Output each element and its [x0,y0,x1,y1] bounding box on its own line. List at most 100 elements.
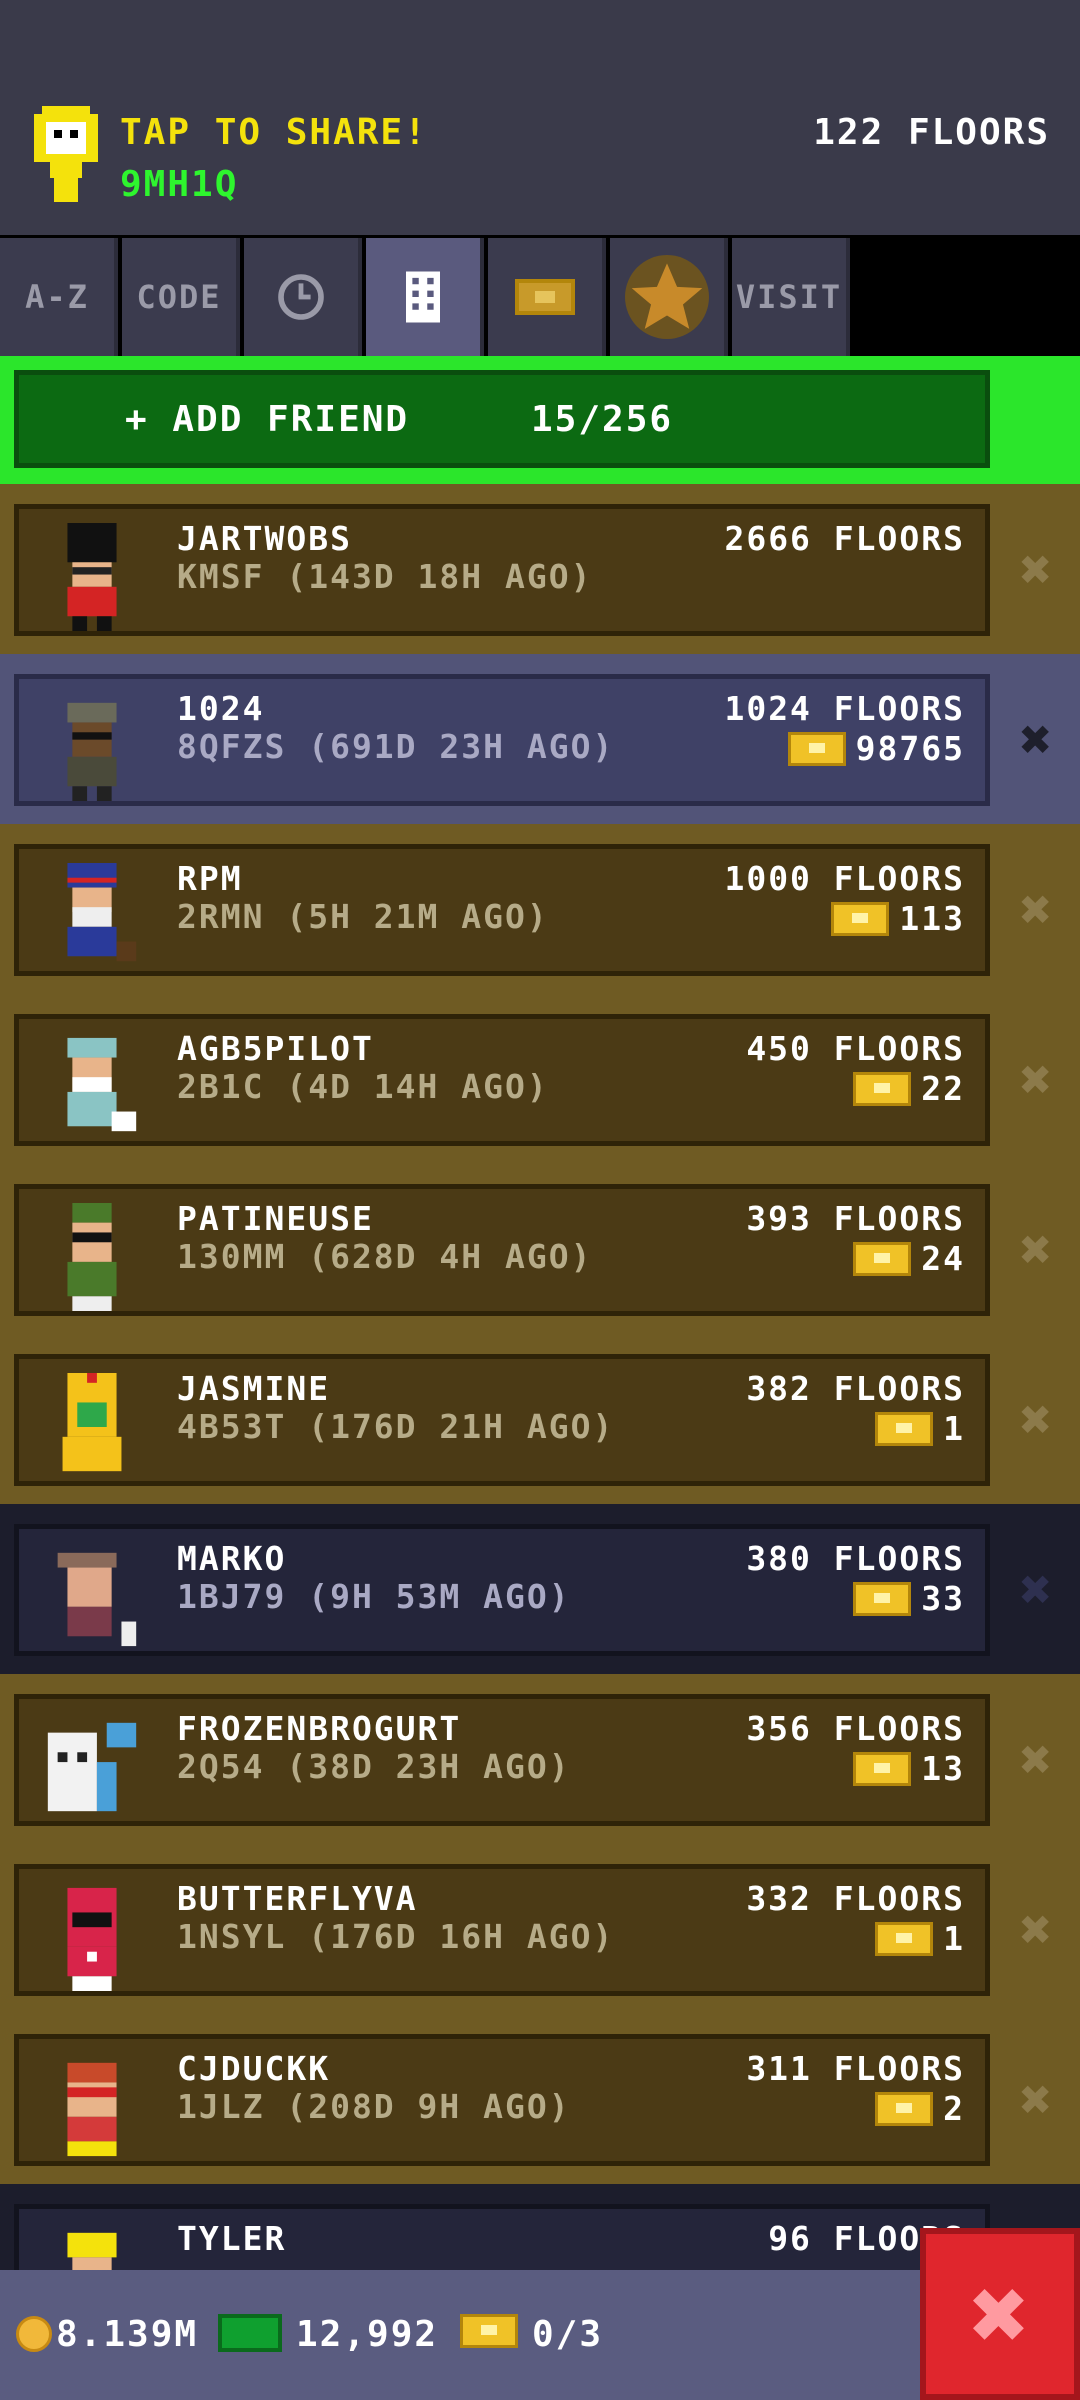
ticket-icon [875,1411,934,1446]
friend-row[interactable]: TYLER 96 FLOORS ✖ [0,2184,1080,2270]
friend-bux: 98765 [787,729,965,768]
remove-friend-button[interactable]: ✖ [1000,1884,1072,1974]
friend-card[interactable]: RPM 2RMN (5H 21M AGO) 1000 FLOORS 113 [14,844,990,976]
star-icon [625,255,709,339]
avatar [67,2232,117,2270]
tab-visit[interactable]: VISIT [732,238,850,356]
friend-card[interactable]: BUTTERFLYVA 1NSYL (176D 16H AGO) 332 FLO… [14,1864,990,1996]
avatar [67,523,117,631]
friend-bux-value: 1 [943,1409,965,1448]
avatar [67,1203,117,1311]
clock-icon [278,274,324,320]
tab-bux[interactable] [488,238,606,356]
avatar [57,1552,137,1647]
friend-code: 8QFZS (691D 23H AGO) [177,727,615,766]
friend-row[interactable]: FROZENBROGURT 2Q54 (38D 23H AGO) 356 FLO… [0,1674,1080,1844]
bux-icon [218,2314,282,2352]
avatar [67,2062,117,2157]
friend-name: RPM [177,859,243,898]
friend-bux-value: 113 [899,899,965,938]
remove-friend-button[interactable]: ✖ [1000,1034,1072,1124]
friend-name: 1024 [177,689,265,728]
friend-bux: 13 [853,1749,965,1788]
remove-friend-button[interactable]: ✖ [1000,1374,1072,1464]
friend-code: 2Q54 (38D 23H AGO) [177,1747,571,1786]
tab-recent[interactable] [244,238,362,356]
friend-bux-value: 2 [943,2089,965,2128]
friend-row[interactable]: RPM 2RMN (5H 21M AGO) 1000 FLOORS 113 ✖ [0,824,1080,994]
friend-bux-value: 22 [921,1069,965,1108]
remove-friend-button[interactable]: ✖ [1000,1204,1072,1294]
add-friend-button[interactable]: + ADD FRIEND 15/256 [14,370,990,468]
friend-list[interactable]: JARTWOBS KMSF (143D 18H AGO) 2666 FLOORS… [0,484,1080,2270]
friend-floors: 332 FLOORS [746,1879,965,1918]
friend-floors: 393 FLOORS [746,1199,965,1238]
friend-card[interactable]: 1024 8QFZS (691D 23H AGO) 1024 FLOORS 98… [14,674,990,806]
friend-bux-value: 24 [921,1239,965,1278]
add-friend-label: + ADD FRIEND [125,398,410,440]
friend-row[interactable]: PATINEUSE 130MM (628D 4H AGO) 393 FLOORS… [0,1164,1080,1334]
close-button[interactable]: ✖ [920,2228,1080,2400]
avatar [67,702,117,801]
tab-code[interactable]: CODE [122,238,240,356]
currency-bar: 8.139M 12,992 0/3 [0,2270,1080,2400]
friend-bux: 33 [853,1579,965,1618]
friend-floors: 356 FLOORS [746,1709,965,1748]
friend-row[interactable]: JASMINE 4B53T (176D 21H AGO) 382 FLOORS … [0,1334,1080,1504]
ticket-icon [875,2091,934,2126]
share-medal-icon[interactable] [30,106,102,202]
friend-card[interactable]: AGB5PILOT 2B1C (4D 14H AGO) 450 FLOORS 2… [14,1014,990,1146]
friend-bux-value: 1 [943,1919,965,1958]
tab-a-z[interactable]: A-Z [0,238,118,356]
friend-bux: 1 [875,1919,965,1958]
player-floors: 122 FLOORS [813,112,1050,153]
friend-floors: 450 FLOORS [746,1029,965,1068]
friend-count: 15/256 [531,398,674,440]
remove-friend-button[interactable]: ✖ [1000,694,1072,784]
friend-row[interactable]: 1024 8QFZS (691D 23H AGO) 1024 FLOORS 98… [0,654,1080,824]
tab-vip[interactable] [610,238,728,356]
friend-row[interactable]: BUTTERFLYVA 1NSYL (176D 16H AGO) 332 FLO… [0,1844,1080,2014]
friend-row[interactable]: JARTWOBS KMSF (143D 18H AGO) 2666 FLOORS… [0,484,1080,654]
tab-floors[interactable] [366,238,484,356]
coins-value: 8.139M [56,2314,199,2355]
ticket-icon [853,1751,912,1786]
share-title[interactable]: TAP TO SHARE! [120,112,428,153]
friend-code: 1JLZ (208D 9H AGO) [177,2087,571,2126]
ticket-icon [853,1581,912,1616]
friend-bux: 1 [875,1409,965,1448]
friend-floors: 1000 FLOORS [724,859,965,898]
friend-name: FROZENBROGURT [177,1709,462,1748]
friend-bux: 113 [831,899,965,938]
friend-card[interactable]: JARTWOBS KMSF (143D 18H AGO) 2666 FLOORS [14,504,990,636]
remove-friend-button[interactable]: ✖ [1000,2054,1072,2144]
ticket-icon [831,901,890,936]
friend-card[interactable]: TYLER 96 FLOORS [14,2204,990,2270]
avatar [47,1722,137,1812]
avatar [67,1037,137,1132]
ticket-icon [853,1071,912,1106]
friend-row[interactable]: CJDUCKK 1JLZ (208D 9H AGO) 311 FLOORS 2 … [0,2014,1080,2184]
friend-row[interactable]: MARKO 1BJ79 (9H 53M AGO) 380 FLOORS 33 ✖ [0,1504,1080,1674]
friend-bux: 2 [875,2089,965,2128]
friend-name: JASMINE [177,1369,331,1408]
remove-friend-button[interactable]: ✖ [1000,1544,1072,1634]
remove-friend-button[interactable]: ✖ [1000,1714,1072,1804]
building-icon [406,271,440,323]
friend-name: JARTWOBS [177,519,352,558]
friend-name: MARKO [177,1539,287,1578]
friend-card[interactable]: CJDUCKK 1JLZ (208D 9H AGO) 311 FLOORS 2 [14,2034,990,2166]
friend-card[interactable]: PATINEUSE 130MM (628D 4H AGO) 393 FLOORS… [14,1184,990,1316]
friend-card[interactable]: JASMINE 4B53T (176D 21H AGO) 382 FLOORS … [14,1354,990,1486]
friend-code: 130MM (628D 4H AGO) [177,1237,593,1276]
ticket-icon [515,279,575,315]
friend-card[interactable]: FROZENBROGURT 2Q54 (38D 23H AGO) 356 FLO… [14,1694,990,1826]
avatar [62,1373,122,1472]
friend-bux-value: 33 [921,1579,965,1618]
friend-name: AGB5PILOT [177,1029,374,1068]
remove-friend-button[interactable]: ✖ [1000,864,1072,954]
friend-row[interactable]: AGB5PILOT 2B1C (4D 14H AGO) 450 FLOORS 2… [0,994,1080,1164]
remove-friend-button[interactable]: ✖ [1000,524,1072,614]
friend-card[interactable]: MARKO 1BJ79 (9H 53M AGO) 380 FLOORS 33 [14,1524,990,1656]
friend-code: 1NSYL (176D 16H AGO) [177,1917,615,1956]
